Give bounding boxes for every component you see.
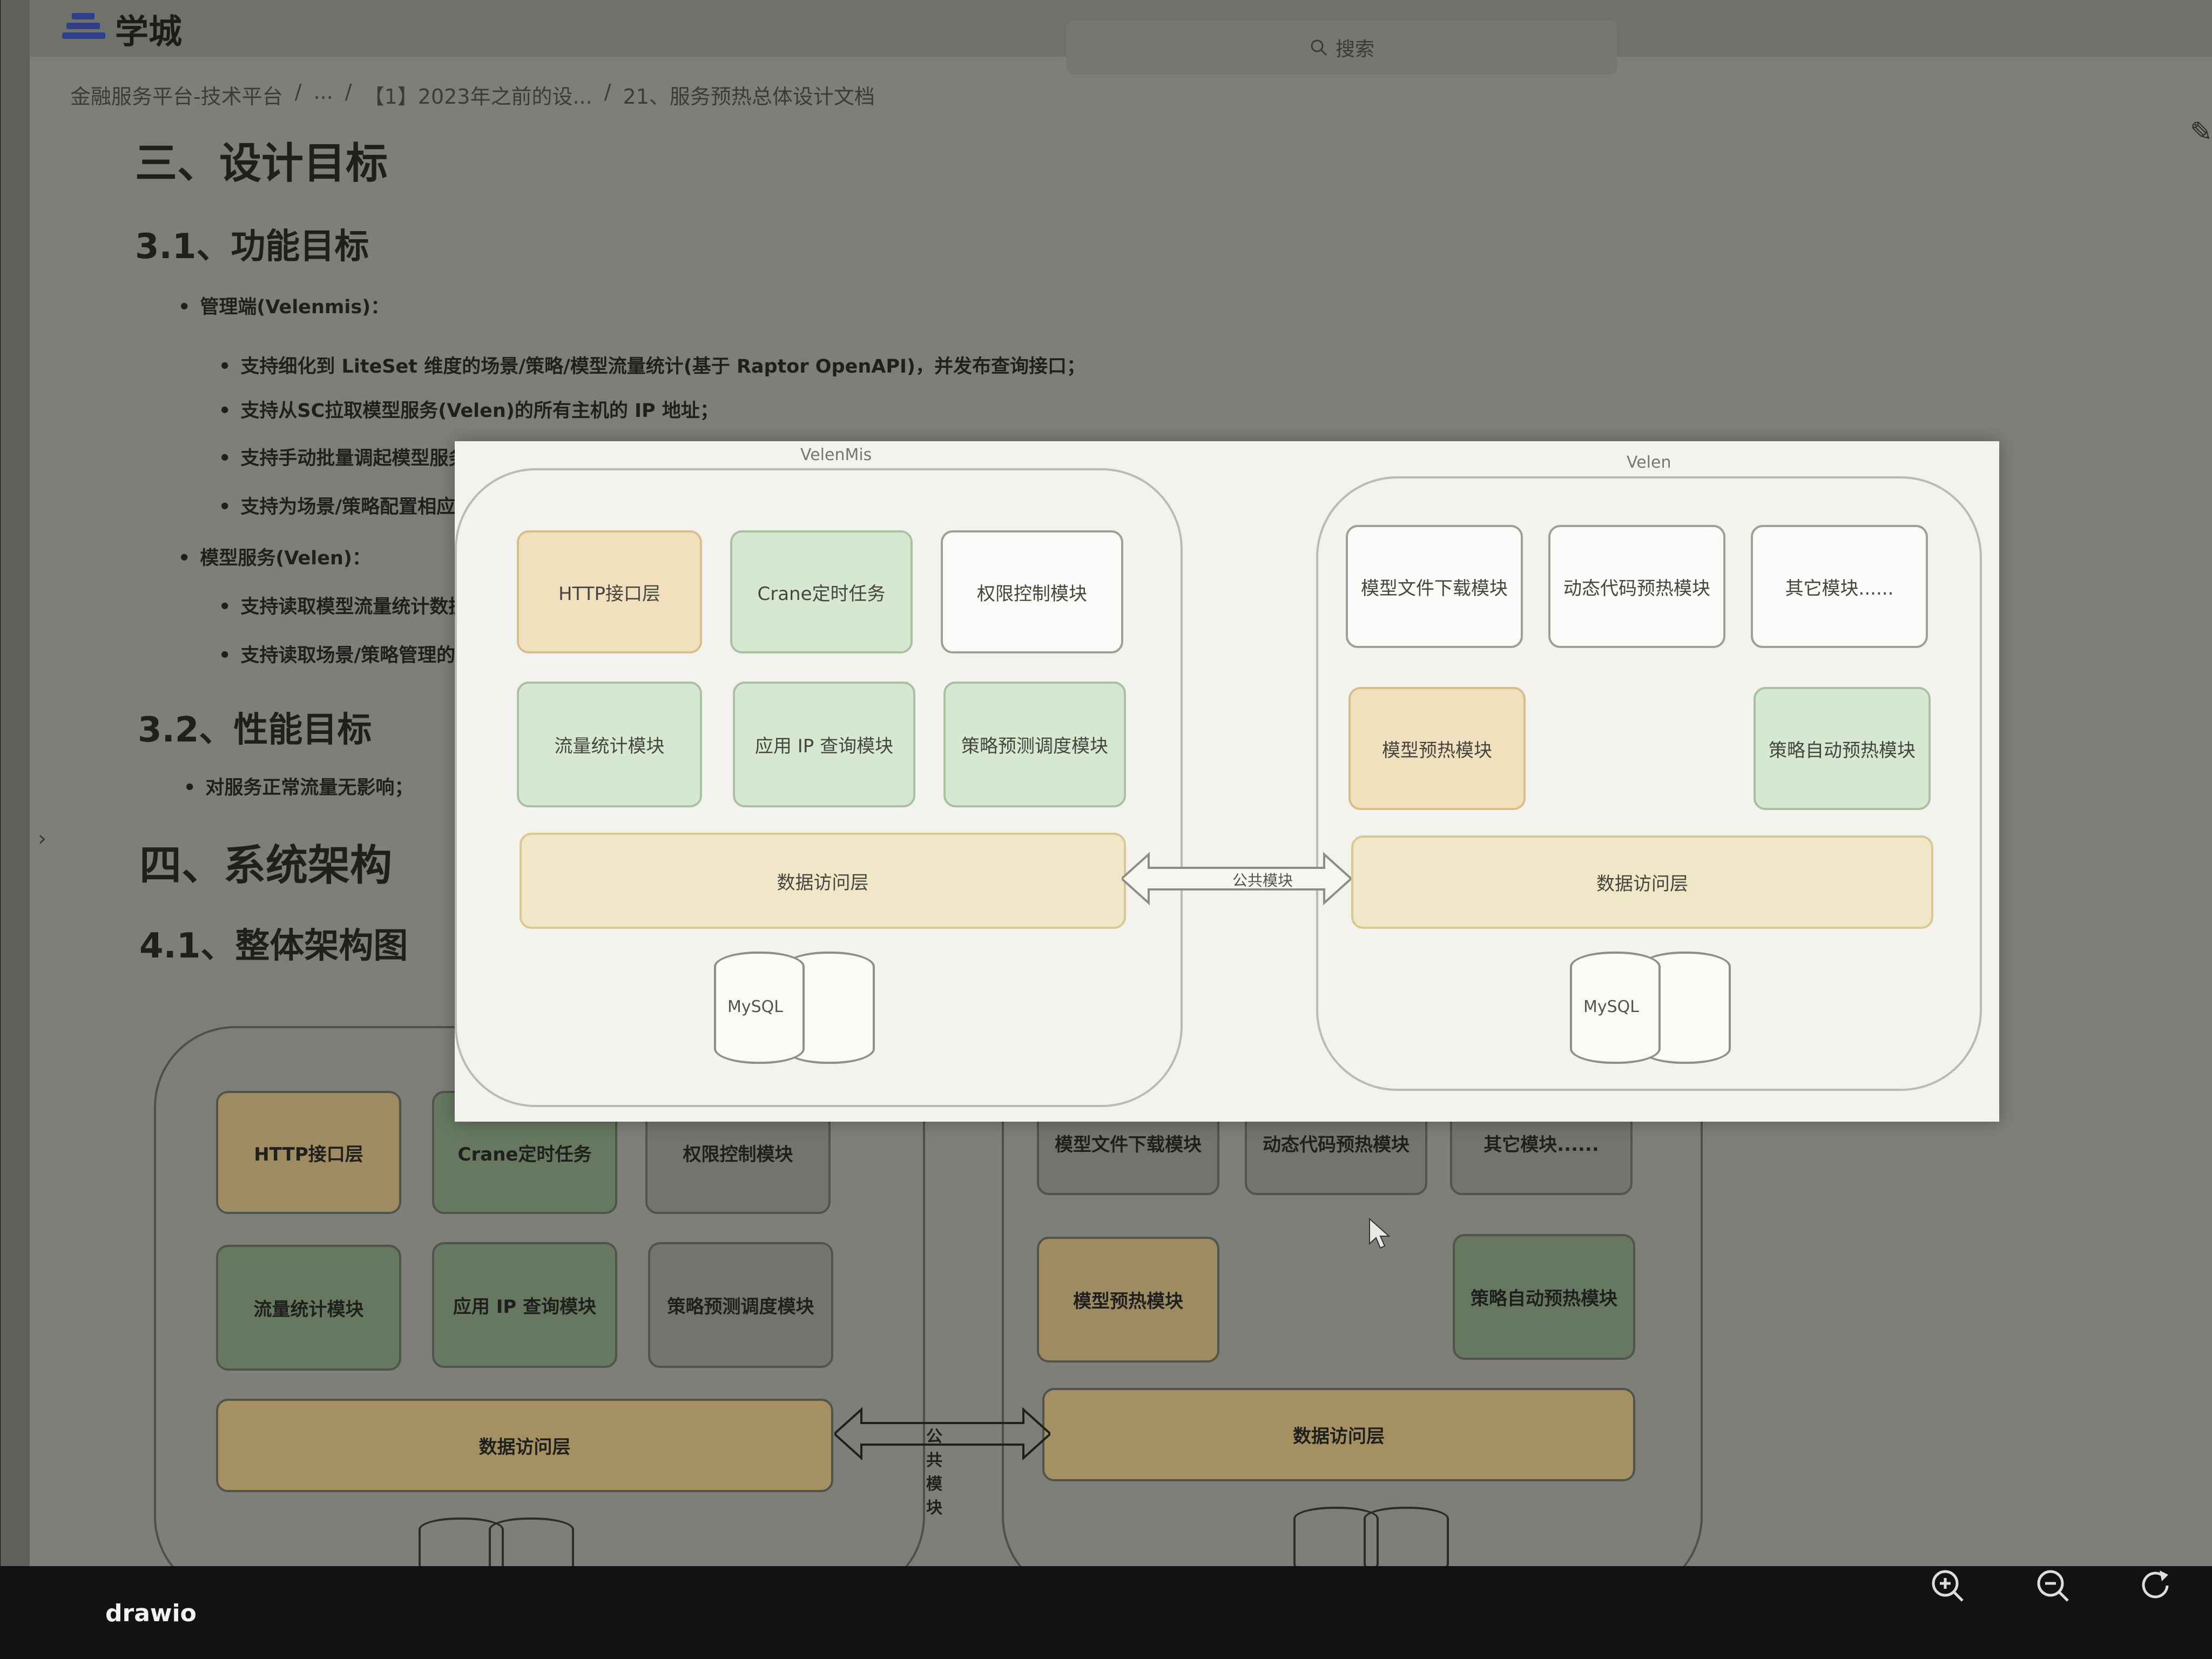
strategy-schedule-box[interactable]: 策略预测调度模块 [943,682,1126,807]
drawio-brand: drawio [105,1600,197,1627]
breadcrumb: 金融服务平台-技术平台 / ... / 【1】2023年之前的设... / 21… [70,80,875,110]
heading-function-goal: 3.1、功能目标 [135,227,369,267]
app-name: 学城 [115,12,183,51]
zoom-out-icon[interactable] [2033,1566,2072,1605]
http-interface-box[interactable]: HTTP接口层 [517,530,702,653]
db-label: MySQL [1583,997,1640,1016]
bg-ip-query-box[interactable]: 应用 IP 查询模块 [432,1242,617,1368]
bg-model-warmup-box[interactable]: 模型预热模块 [1037,1237,1219,1363]
bg-db-cylinder [489,1518,574,1566]
breadcrumb-item[interactable]: 【1】2023年之前的设... [364,80,592,110]
breadcrumb-sep: / [294,80,302,104]
heading-overall-architecture: 4.1、整体架构图 [139,926,408,966]
heading-performance-goal: 3.2、性能目标 [138,710,372,750]
list-item: 支持手动批量调起模型服务( [219,443,476,470]
drawio-toolbar: drawio [0,1566,2212,1659]
list-item: 支持读取场景/策略管理的请 [219,640,474,667]
bg-db-cylinder [1364,1507,1449,1566]
velen-title: Velen [1627,453,1671,472]
breadcrumb-item[interactable]: ... [314,80,333,110]
bg-strategy-schedule-box[interactable]: 策略预测调度模块 [648,1242,833,1368]
list-item: 模型服务(Velen)： [178,543,371,570]
breadcrumb-sep: / [604,80,611,104]
logo-icon [62,13,105,44]
bg-traffic-box[interactable]: 流量统计模块 [216,1245,401,1371]
list-item: 支持细化到 LiteSet 维度的场景/策略/模型流量统计(基于 Raptor … [219,351,1085,379]
breadcrumb-item[interactable]: 21、服务预热总体设计文档 [623,80,875,110]
reset-icon[interactable] [2136,1566,2175,1605]
traffic-stats-box[interactable]: 流量统计模块 [517,682,702,807]
list-item: 支持为场景/策略配置相应的 [219,491,474,519]
strategy-auto-warmup-box[interactable]: 策略自动预热模块 [1754,687,1931,810]
right-data-access-layer[interactable]: 数据访问层 [1351,835,1933,929]
ip-query-box[interactable]: 应用 IP 查询模块 [733,682,915,807]
bg-double-arrow [834,1407,1050,1461]
common-module-label: 公共模块 [1232,872,1293,889]
list-item: 管理端(Velenmis)： [178,292,389,319]
diagram-zoom-overlay[interactable]: VelenMis Velen HTTP接口层 Crane定时任务 权限控制模块 … [455,441,1999,1122]
other-modules-box[interactable]: 其它模块...... [1751,525,1928,648]
heading-architecture: 四、系统架构 [139,841,393,890]
top-bar: 学城 搜索 [30,0,2212,75]
search-placeholder: 搜索 [1335,38,1374,60]
app-logo[interactable]: 学城 [62,4,182,53]
bg-http-box[interactable]: HTTP接口层 [216,1091,401,1214]
edit-icon[interactable]: ✎ [2190,116,2212,147]
permission-control-box[interactable]: 权限控制模块 [941,530,1123,653]
left-data-access-layer[interactable]: 数据访问层 [520,833,1126,929]
list-item: 支持读取模型流量统计数据 [219,591,467,619]
list-item: 对服务正常流量无影响； [184,772,413,800]
bg-right-data-layer[interactable]: 数据访问层 [1042,1388,1635,1481]
expand-sidebar-chevron-icon[interactable]: › [38,826,46,851]
breadcrumb-sep: / [345,80,352,104]
left-edge-strip [1,0,30,1566]
breadcrumb-item[interactable]: 金融服务平台-技术平台 [70,80,283,110]
crane-task-box[interactable]: Crane定时任务 [730,530,913,653]
model-warmup-box[interactable]: 模型预热模块 [1348,687,1526,810]
search-icon [1311,39,1327,56]
zoom-in-icon[interactable] [1928,1566,1967,1605]
db-label: MySQL [727,997,784,1016]
mouse-cursor-icon [1369,1218,1390,1249]
model-file-download-box[interactable]: 模型文件下载模块 [1346,525,1523,648]
list-item: 支持从SC拉取模型服务(Velen)的所有主机的 IP 地址； [219,395,719,423]
bg-strategy-warmup-box[interactable]: 策略自动预热模块 [1453,1234,1635,1360]
dynamic-code-warmup-box[interactable]: 动态代码预热模块 [1548,525,1725,648]
bg-left-data-layer[interactable]: 数据访问层 [216,1399,833,1492]
velenmis-title: VelenMis [800,446,872,464]
heading-design-goal: 三、设计目标 [135,139,388,188]
search-bar[interactable]: 搜索 [1067,21,1617,75]
